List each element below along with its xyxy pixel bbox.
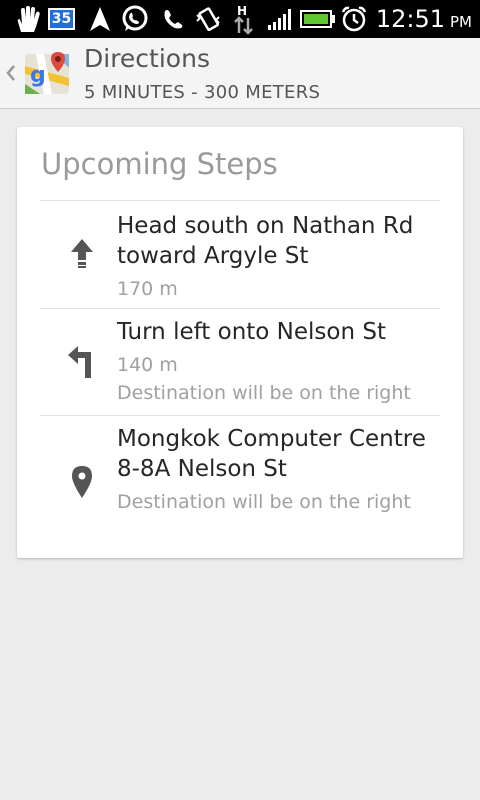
header-title: Directions <box>84 44 210 73</box>
card-title: Upcoming Steps <box>41 147 278 181</box>
step-instruction: Head south on Nathan Rd toward Argyle St <box>117 213 414 269</box>
step-item[interactable]: Turn left onto Nelson St 140 m Destinati… <box>17 309 463 415</box>
network-type-label: H <box>237 4 247 18</box>
battery-icon <box>300 4 336 34</box>
upcoming-steps-card: Upcoming Steps Head south on Nathan Rd t… <box>17 127 463 558</box>
step-address: 8-8A Nelson St <box>117 456 287 482</box>
step-instruction: Mongkok Computer Centre <box>117 426 426 452</box>
clock-ampm: PM <box>450 13 472 31</box>
step-item[interactable]: Head south on Nathan Rd toward Argyle St… <box>17 201 463 308</box>
action-bar: g Directions 5 MINUTES - 300 METERS <box>0 38 480 109</box>
navigation-arrow-icon <box>88 4 112 34</box>
step-distance: 140 m <box>117 354 178 376</box>
alarm-icon <box>340 4 368 34</box>
clock-time: 12:51 <box>375 5 445 33</box>
location-pin-icon <box>67 462 97 502</box>
step-note: Destination will be on the right <box>117 491 411 513</box>
step-note: Destination will be on the right <box>117 382 411 404</box>
back-chevron-icon[interactable] <box>4 60 18 86</box>
status-bar: 35 H 12:51 PM <box>0 0 480 38</box>
header-subtitle: 5 MINUTES - 300 METERS <box>84 82 321 103</box>
step-item[interactable]: Mongkok Computer Centre 8-8A Nelson St D… <box>17 416 463 558</box>
step-instruction: Turn left onto Nelson St <box>117 319 386 345</box>
google-maps-icon[interactable]: g <box>24 50 70 96</box>
arrow-up-icon <box>67 234 97 274</box>
hand-icon <box>14 4 42 34</box>
signal-icon <box>266 4 296 34</box>
clock: 12:51 PM <box>376 2 472 36</box>
phone-missed-icon <box>160 4 186 34</box>
whatsapp-icon <box>120 4 150 34</box>
svg-text:g: g <box>30 63 46 88</box>
notification-badge: 35 <box>48 8 75 30</box>
vibrate-icon <box>194 4 222 34</box>
data-arrows-icon: H <box>232 4 256 35</box>
turn-left-icon <box>67 342 97 382</box>
step-distance: 170 m <box>117 278 178 300</box>
